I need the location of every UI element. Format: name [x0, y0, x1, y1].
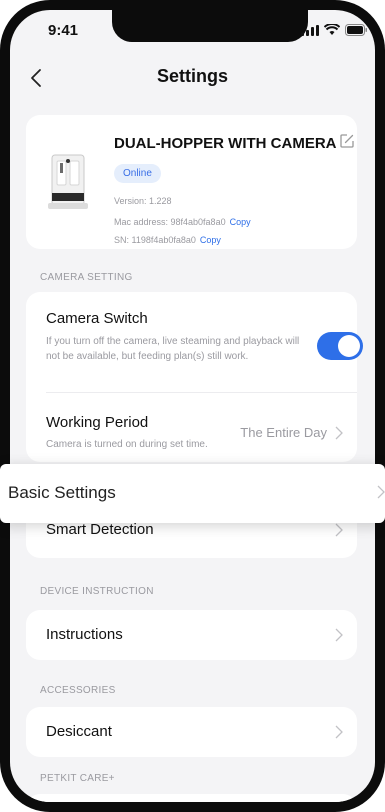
sn-line: SN: 1198f4ab0fa8a0 Copy — [114, 235, 221, 245]
version-text: Version: 1.228 — [114, 196, 172, 206]
screen: 9:41 Settings DUAL-HOPPER WITH CAMERA On… — [10, 10, 375, 802]
section-label-camera-setting: CAMERA SETTING — [40, 272, 133, 283]
camera-switch-title: Camera Switch — [46, 310, 148, 327]
basic-settings-row[interactable]: Basic Settings — [0, 464, 385, 523]
working-period-value[interactable]: The Entire Day — [240, 425, 327, 440]
mac-address-line: Mac address: 98f4ab0fa8a0 Copy — [114, 217, 251, 227]
working-period-title: Working Period — [46, 414, 149, 431]
section-label-petkit-care: PETKIT CARE+ — [40, 773, 115, 784]
status-time: 9:41 — [48, 22, 79, 39]
instructions-title: Instructions — [46, 626, 123, 643]
page-title: Settings — [156, 66, 228, 86]
chevron-right-icon — [335, 523, 343, 537]
battery-icon — [345, 24, 367, 36]
copy-sn-link[interactable]: Copy — [200, 235, 221, 245]
wifi-icon — [324, 24, 340, 35]
device-name: DUAL-HOPPER WITH CAMERA — [114, 135, 337, 152]
device-card[interactable]: DUAL-HOPPER WITH CAMERA Online Version: … — [26, 115, 357, 249]
basic-settings-title: Basic Settings — [8, 483, 116, 502]
working-period-description: Camera is turned on during set time. — [46, 439, 208, 450]
status-badge: Online — [114, 164, 161, 183]
section-label-accessories: ACCESSORIES — [40, 685, 116, 696]
notch — [112, 10, 308, 42]
nav-bar: Settings — [10, 60, 375, 100]
camera-switch-toggle[interactable] — [317, 332, 363, 360]
chevron-right-icon — [335, 725, 343, 739]
mac-address-text: Mac address: 98f4ab0fa8a0 — [114, 217, 226, 227]
edit-icon[interactable] — [339, 133, 355, 149]
chevron-right-icon — [335, 426, 343, 440]
instructions-row[interactable]: Instructions — [26, 610, 357, 660]
section-label-device-instruction: DEVICE INSTRUCTION — [40, 586, 154, 597]
desiccant-title: Desiccant — [46, 723, 112, 740]
copy-mac-link[interactable]: Copy — [230, 217, 251, 227]
camera-setting-card: Camera Switch If you turn off the camera… — [26, 292, 363, 462]
signal-icon — [301, 24, 319, 36]
camera-switch-description: If you turn off the camera, live steamin… — [46, 336, 300, 362]
feeder-device-image — [48, 154, 88, 209]
divider — [46, 392, 357, 393]
chevron-right-icon — [377, 485, 385, 499]
toggle-knob — [338, 335, 360, 357]
petkit-care-card[interactable] — [26, 794, 357, 802]
smart-detection-title: Smart Detection — [46, 521, 154, 538]
desiccant-row[interactable]: Desiccant — [26, 707, 357, 757]
chevron-right-icon — [335, 628, 343, 642]
status-icons — [301, 24, 367, 36]
sn-text: SN: 1198f4ab0fa8a0 — [114, 235, 196, 245]
phone-frame: 9:41 Settings DUAL-HOPPER WITH CAMERA On… — [0, 0, 385, 812]
